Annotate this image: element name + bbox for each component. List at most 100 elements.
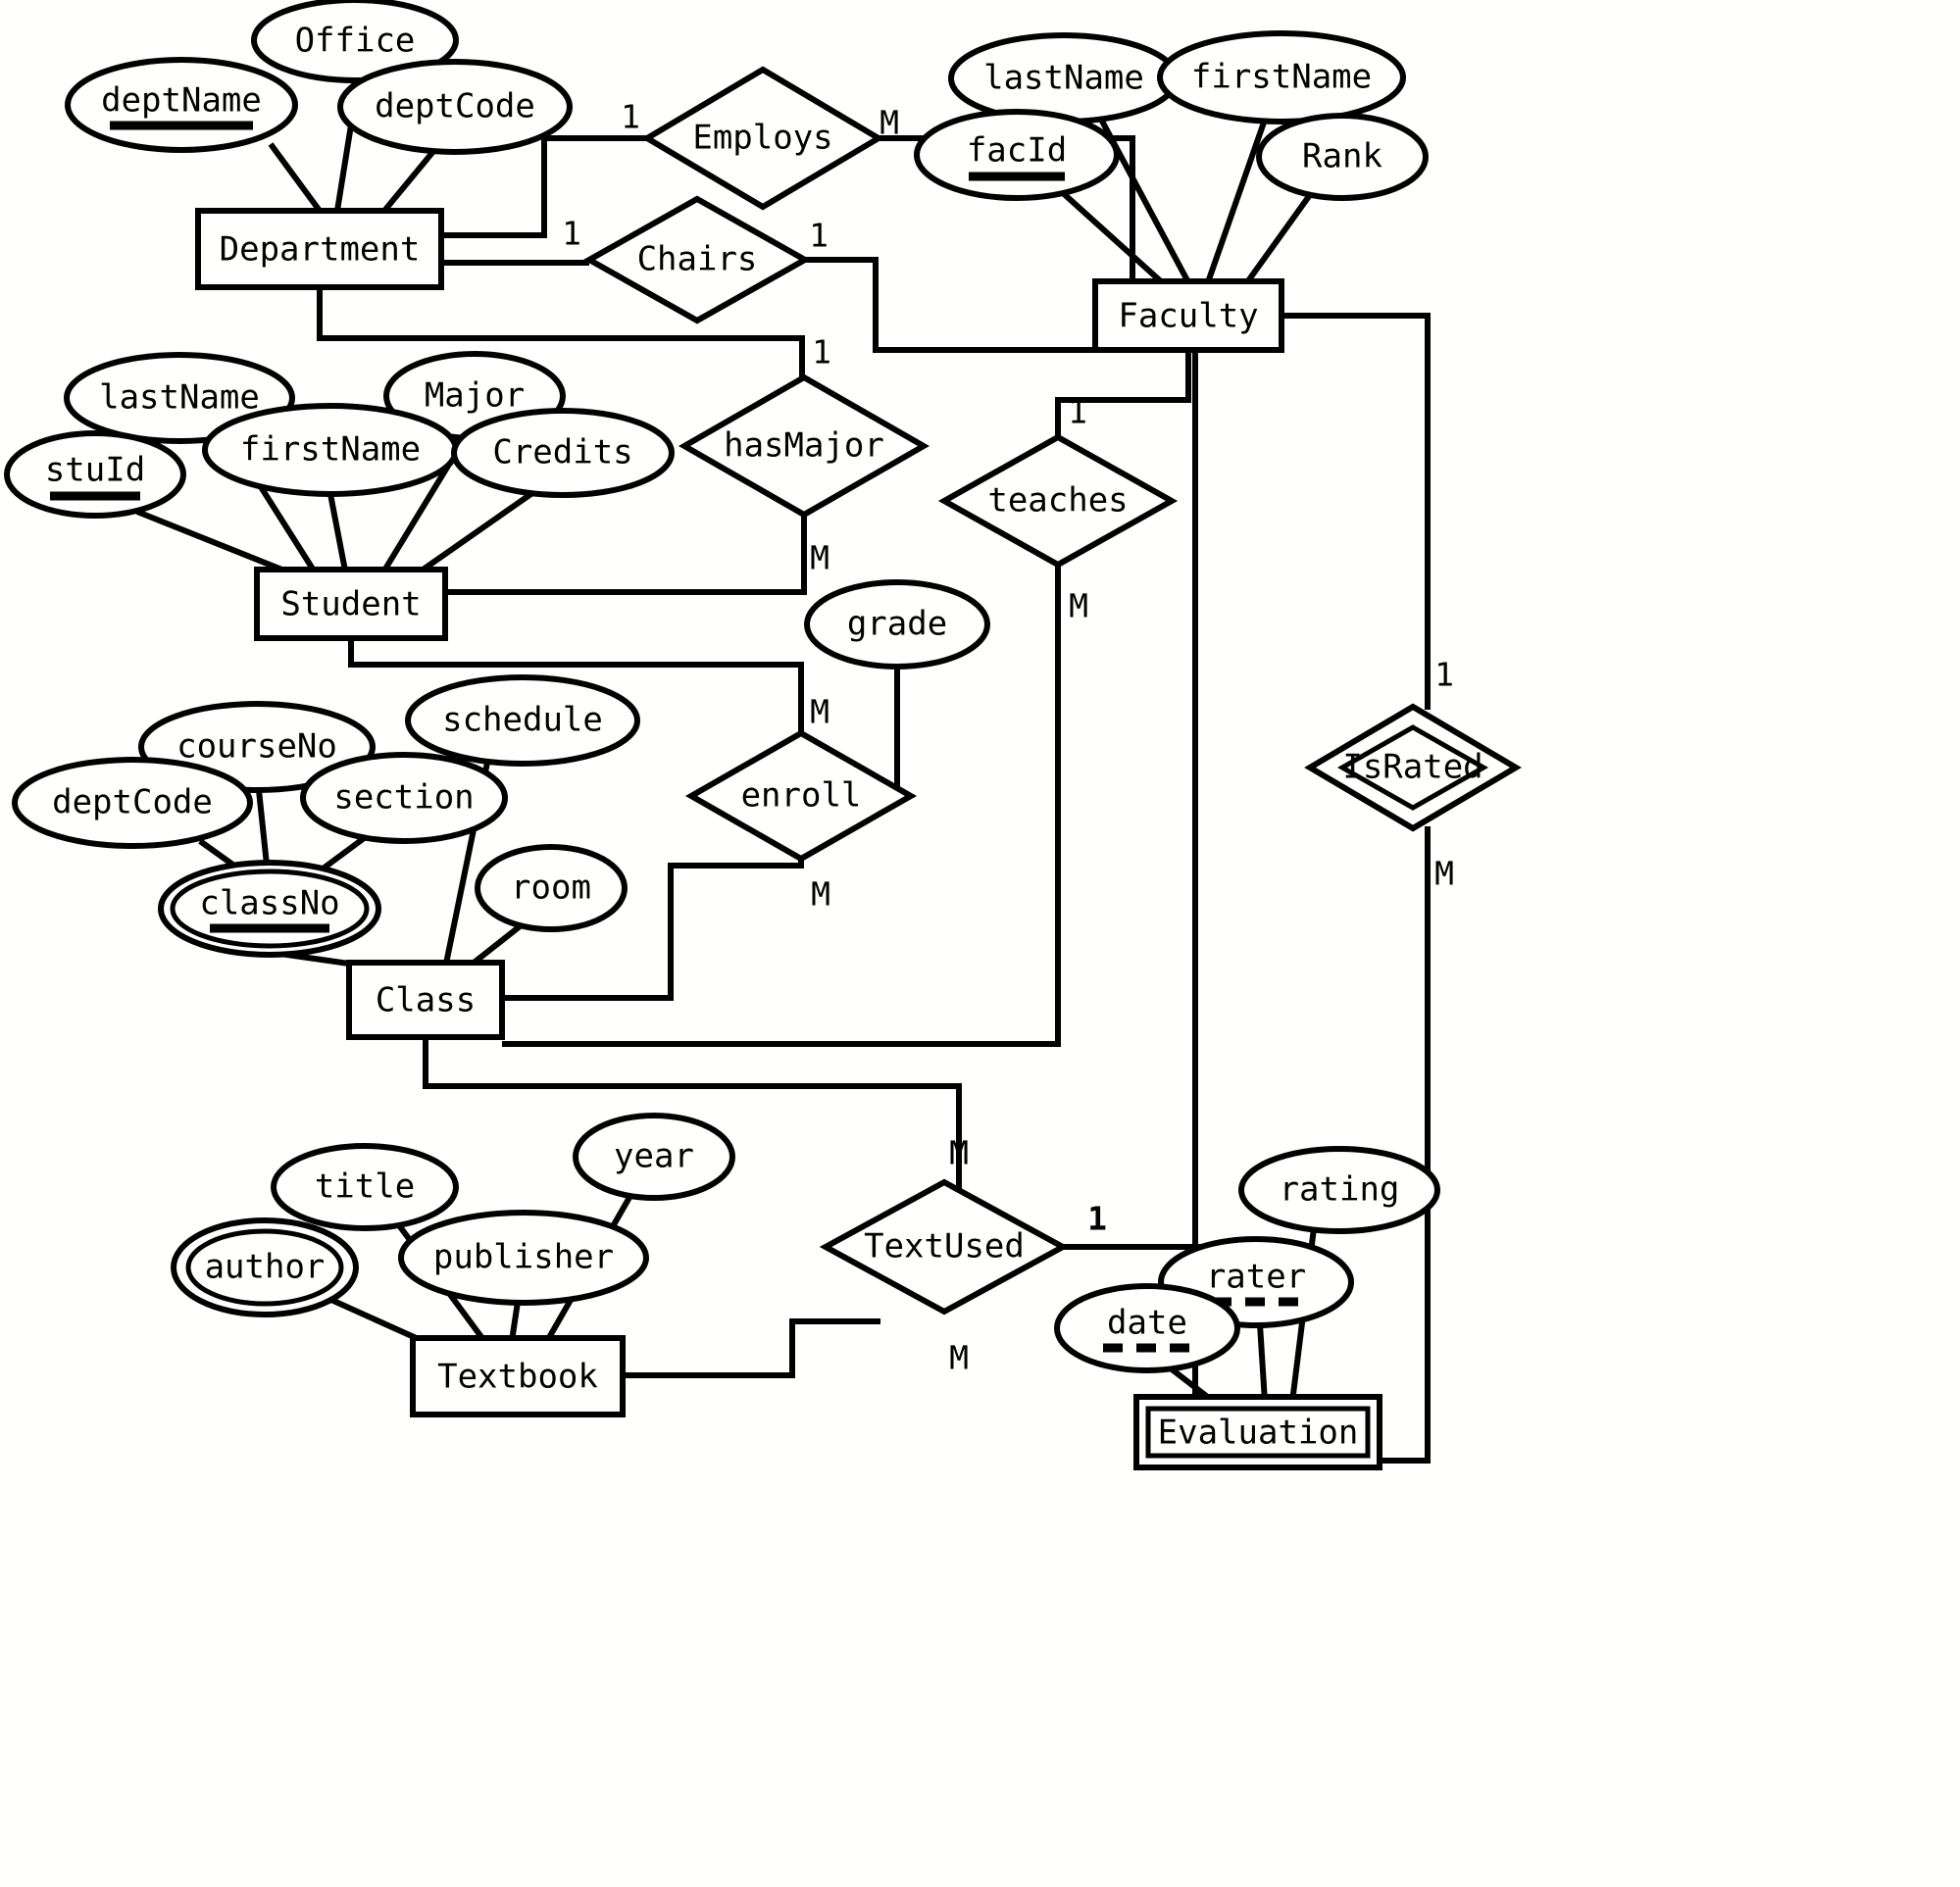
attribute-rating[interactable]: rating [1238, 1146, 1440, 1234]
attribute-label: classNo [199, 884, 339, 923]
relationship-enroll[interactable]: enroll [684, 729, 918, 863]
relationship-textused[interactable]: TextUsed [819, 1178, 1070, 1316]
entity-textbook[interactable]: Textbook [410, 1335, 626, 1417]
leg-rater-evaluation [1257, 1323, 1268, 1403]
entity-label: Class [376, 981, 476, 1020]
cardinality-label: 1 [809, 217, 829, 255]
attribute-deptcode-department[interactable]: deptCode [337, 59, 573, 155]
attribute-label: schedule [442, 701, 603, 740]
attribute-date[interactable]: date [1054, 1283, 1240, 1373]
attribute-label: grade [847, 605, 947, 644]
attribute-label: section [333, 778, 474, 818]
attribute-label: lastName [99, 378, 260, 418]
attribute-label: publisher [433, 1238, 614, 1277]
attribute-label: courseNo [176, 727, 337, 767]
cardinality-label: 1 [1068, 393, 1087, 431]
attribute-label: firstName [240, 430, 421, 470]
link-textbook-textused [624, 1318, 880, 1378]
relationship-israted[interactable]: IsRated [1304, 703, 1522, 832]
attribute-author[interactable]: author [171, 1217, 359, 1317]
entity-class[interactable]: Class [346, 960, 505, 1040]
entity-faculty[interactable]: Faculty [1092, 278, 1284, 353]
cardinality-label: M [1434, 855, 1454, 893]
cardinality-label: M [811, 875, 830, 914]
attribute-label: facId [967, 131, 1067, 171]
attribute-year[interactable]: year [573, 1113, 735, 1201]
cardinality-label: M [810, 539, 829, 577]
relationship-chairs[interactable]: Chairs [582, 195, 812, 324]
attribute-label: firstName [1191, 58, 1372, 97]
entity-label: Student [280, 585, 421, 624]
attribute-lastname-faculty[interactable]: lastName [948, 32, 1180, 124]
leg-deptname-department [268, 142, 323, 213]
attribute-rank[interactable]: Rank [1256, 113, 1429, 201]
attribute-section[interactable]: section [300, 752, 508, 844]
attribute-classno[interactable]: classNo [158, 860, 381, 958]
relationship-label: Chairs [637, 240, 758, 279]
attribute-stuid[interactable]: stuId [4, 430, 186, 519]
cardinality-label: M [949, 1134, 969, 1172]
leg-rank-faculty [1244, 190, 1315, 284]
cardinality-label: M [879, 104, 899, 142]
relationship-label: hasMajor [724, 426, 884, 466]
attribute-deptname[interactable]: deptName [65, 57, 298, 153]
entity-label: Faculty [1118, 297, 1258, 336]
attribute-publisher[interactable]: publisher [398, 1210, 649, 1306]
entity-student[interactable]: Student [254, 567, 448, 641]
attribute-label: author [205, 1248, 326, 1287]
relationship-hasmajor[interactable]: hasMajor [678, 373, 930, 519]
attribute-label: year [614, 1137, 694, 1176]
entity-department[interactable]: Department [195, 208, 444, 290]
attribute-label: deptCode [52, 783, 213, 822]
relationship-employs[interactable]: Employs [641, 66, 884, 211]
cardinality-label: M [810, 693, 829, 731]
attribute-firstname-faculty[interactable]: firstName [1157, 30, 1406, 124]
link-chairs-faculty [805, 257, 1095, 353]
link-israted-evaluation [1381, 826, 1431, 1464]
entity-label: Textbook [437, 1358, 598, 1397]
entity-evaluation[interactable]: Evaluation [1133, 1394, 1382, 1470]
attribute-firstname-student[interactable]: firstName [202, 403, 459, 497]
attribute-room[interactable]: room [475, 844, 628, 932]
attribute-label: Rank [1302, 137, 1382, 176]
cardinality-label: M [949, 1339, 969, 1377]
attribute-label: lastName [983, 59, 1144, 98]
cardinality-label: 1 [562, 215, 581, 253]
attribute-label: Credits [492, 433, 632, 472]
er-diagram-canvas: Office deptName deptCode lastName firstN… [0, 0, 1960, 1887]
leg-room-class [471, 920, 526, 967]
attributes-layer: Office deptName deptCode lastName firstN… [4, 0, 1440, 1373]
attribute-grade[interactable]: grade [804, 579, 990, 670]
relationship-label: IsRated [1342, 748, 1483, 787]
link-hasmajor-student [445, 515, 807, 595]
attribute-facid[interactable]: facId [914, 109, 1120, 201]
leg-credits-student [420, 490, 534, 573]
relationship-label: teaches [987, 481, 1128, 521]
attribute-label: room [511, 869, 591, 908]
cardinality-label: 1 [1087, 1200, 1107, 1238]
cardinality-label: 1 [1434, 656, 1454, 694]
attribute-deptcode-class[interactable]: deptCode [12, 757, 253, 849]
attribute-label: rating [1280, 1170, 1400, 1210]
attribute-label: title [315, 1167, 415, 1207]
leg-grade-enroll [894, 667, 911, 799]
leg-deptcode-department [381, 147, 438, 213]
relationships-layer: Employs Chairs hasMajor teaches enroll I… [582, 66, 1522, 1316]
attribute-label: deptName [101, 81, 262, 121]
attribute-label: deptCode [375, 87, 535, 126]
leg-courseno-classno [256, 789, 270, 866]
attribute-schedule[interactable]: schedule [405, 674, 640, 767]
attribute-title[interactable]: title [271, 1143, 459, 1231]
entity-label: Evaluation [1158, 1414, 1359, 1453]
attribute-credits[interactable]: Credits [451, 408, 675, 498]
entity-label: Department [220, 230, 421, 270]
attribute-label: date [1107, 1304, 1187, 1343]
attribute-label: rater [1206, 1258, 1306, 1297]
cardinality-label: M [1069, 587, 1088, 625]
attribute-label: Office [295, 22, 416, 61]
attribute-label: stuId [45, 451, 145, 490]
leg-firstname-faculty [1205, 119, 1268, 283]
cardinality-label: 1 [812, 333, 831, 372]
relationship-label: Employs [692, 119, 832, 158]
relationship-teaches[interactable]: teaches [937, 433, 1179, 569]
